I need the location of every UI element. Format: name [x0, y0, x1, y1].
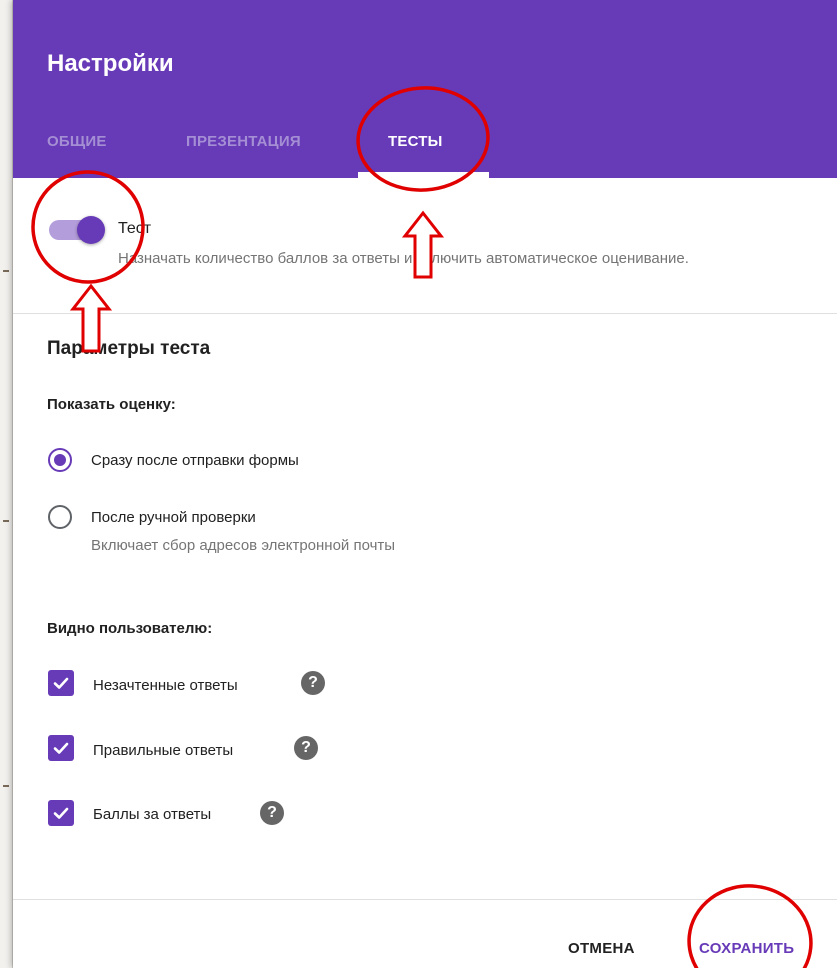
checkbox-missed-answers-label[interactable]: Незачтенные ответы	[93, 677, 238, 694]
tab-general[interactable]: ОБЩИЕ	[47, 133, 107, 150]
dialog-title: Настройки	[47, 50, 174, 77]
option-immediately-label[interactable]: Сразу после отправки формы	[91, 452, 299, 469]
settings-dialog: Настройки ОБЩИЕ ПРЕЗЕНТАЦИЯ ТЕСТЫ Тест Н…	[13, 0, 837, 968]
cancel-button[interactable]: ОТМЕНА	[568, 940, 635, 957]
checkbox-missed-answers[interactable]	[48, 670, 74, 696]
option-manual-review-label[interactable]: После ручной проверки	[91, 509, 256, 526]
help-icon[interactable]: ?	[260, 801, 284, 825]
quiz-options-title: Параметры теста	[47, 338, 211, 359]
quiz-toggle-description: Назначать количество баллов за ответы и …	[118, 250, 689, 267]
checkbox-point-values[interactable]	[48, 800, 74, 826]
release-grade-label: Показать оценку:	[47, 396, 176, 413]
background-mark	[3, 785, 9, 787]
respondent-can-see-label: Видно пользователю:	[47, 620, 213, 637]
checkmark-icon	[53, 807, 69, 819]
dialog-header: Настройки ОБЩИЕ ПРЕЗЕНТАЦИЯ ТЕСТЫ	[13, 0, 837, 178]
checkbox-correct-answers-label[interactable]: Правильные ответы	[93, 742, 233, 759]
option-manual-review-description: Включает сбор адресов электронной почты	[91, 537, 396, 554]
save-button[interactable]: СОХРАНИТЬ	[699, 940, 794, 957]
background-mark	[3, 520, 9, 522]
help-icon[interactable]: ?	[301, 671, 325, 695]
tab-quizzes[interactable]: ТЕСТЫ	[388, 133, 442, 150]
footer-divider	[13, 899, 837, 900]
checkbox-correct-answers[interactable]	[48, 735, 74, 761]
tab-presentation[interactable]: ПРЕЗЕНТАЦИЯ	[186, 133, 301, 150]
radio-manual-review[interactable]	[48, 505, 72, 529]
background-mark	[3, 270, 9, 272]
quiz-toggle-title: Тест	[118, 220, 152, 237]
quiz-toggle-section: Тест Назначать количество баллов за отве…	[13, 178, 837, 314]
checkmark-icon	[53, 677, 69, 689]
help-icon[interactable]: ?	[294, 736, 318, 760]
checkbox-point-values-label[interactable]: Баллы за ответы	[93, 806, 211, 823]
radio-immediately[interactable]	[48, 448, 72, 472]
quiz-toggle-thumb[interactable]	[77, 216, 105, 244]
background-window-edge	[0, 0, 13, 968]
checkmark-icon	[53, 742, 69, 754]
